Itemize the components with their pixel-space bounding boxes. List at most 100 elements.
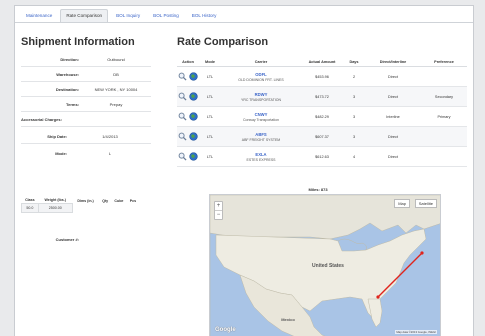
carrier-code-link[interactable]: ODFL [222, 72, 300, 77]
column-header: Preference [421, 58, 467, 67]
map-type-satellite-button[interactable]: Satellite [414, 199, 437, 208]
preference-cell [421, 146, 467, 167]
tab-bol-history[interactable]: BOL History [187, 10, 222, 22]
qty-cell [99, 204, 111, 213]
divider [21, 96, 151, 97]
country-label: United States [312, 263, 344, 269]
table-row: LTL CNWY Conway Transportation $482.29 3 … [177, 106, 467, 127]
origin-marker [376, 295, 380, 299]
column-header: Actual Amount [301, 58, 343, 67]
mode-cell: LTL [199, 146, 221, 167]
pcs-cell [127, 204, 139, 213]
map-attribution: Map data ©2013 Google, INEGI [395, 330, 437, 334]
divider [21, 126, 151, 127]
tab-rate-comparison[interactable]: Rate Comparison [60, 9, 109, 22]
shipment-title: Shipment Information [21, 36, 135, 48]
direction-value: Outbound [107, 57, 125, 62]
amount-cell: $453.96 [301, 66, 343, 87]
days-cell: 4 [343, 146, 365, 167]
divider [21, 66, 151, 67]
zoom-in-button[interactable]: + [215, 202, 222, 210]
table-row: LTL RDWY YRC TRANSPORTATION $473.72 3 Dir… [177, 86, 467, 107]
amount-cell: $473.72 [301, 86, 343, 107]
days-cell: 3 [343, 86, 365, 107]
map-canvas[interactable]: United States Mexico [210, 195, 441, 336]
preference-cell [421, 126, 467, 147]
route-map[interactable]: United States Mexico + − Map Satellite G… [209, 194, 441, 336]
magnifier-icon[interactable] [178, 152, 187, 161]
class-field[interactable]: 50.0 [21, 203, 39, 213]
direction-label: Direction: [60, 57, 79, 62]
dims-cell [72, 204, 99, 213]
column-header: Direct/Interline [365, 58, 421, 67]
ship-date-value: 1/4/2013 [102, 134, 118, 139]
cube-cell [111, 204, 127, 213]
preference-cell [421, 66, 467, 87]
mode-label: Mode: [55, 151, 67, 156]
tab-bol-posting[interactable]: BOL Posting [148, 10, 184, 22]
mexico-label: Mexico [281, 317, 295, 322]
carrier-cell: EXLA ESTES EXPRESS [221, 146, 301, 167]
magnifier-icon[interactable] [178, 132, 187, 141]
map-type-map-button[interactable]: Map [394, 199, 410, 208]
warehouse-value: DB [113, 72, 119, 77]
tab-bol-inquiry[interactable]: BOL Inquiry [111, 10, 145, 22]
divider [21, 111, 151, 112]
globe-icon[interactable] [189, 72, 198, 81]
table-row: LTL ABFS ABF FREIGHT SYSTEM $607.37 3 Dir… [177, 126, 467, 147]
carrier-name: Conway Transportation [243, 117, 279, 122]
mode-cell: LTL [199, 106, 221, 127]
days-cell: 2 [343, 66, 365, 87]
preference-cell: Primary [421, 106, 467, 127]
terms-label: Terms: [65, 102, 79, 107]
column-header: Carrier [221, 58, 301, 67]
carrier-code-link[interactable]: EXLA [222, 152, 300, 157]
direct-interline-cell: Direct [365, 86, 421, 107]
terms-value: Prepay [109, 102, 123, 107]
weights-table: Class Weight (lbs.) Dims (in.) Qty Cube … [21, 197, 139, 213]
days-cell: 3 [343, 126, 365, 147]
globe-icon[interactable] [189, 92, 198, 101]
mode-value: L [108, 151, 112, 156]
table-row: 50.0 2500.00 [21, 203, 140, 213]
amount-cell: $612.63 [301, 146, 343, 167]
carrier-name: OLD DOMINION FRT. LINES [238, 77, 284, 82]
tab-maintenance[interactable]: Maintenance [21, 10, 57, 22]
customer-label: Customer #: [55, 237, 79, 242]
globe-icon[interactable] [189, 152, 198, 161]
column-header: Days [343, 58, 365, 67]
carrier-code-link[interactable]: RDWY [222, 92, 300, 97]
carrier-name: ESTES EXPRESS [246, 157, 276, 162]
direct-interline-cell: Direct [365, 66, 421, 87]
table-row: LTL EXLA ESTES EXPRESS $612.63 4 Direct [177, 146, 467, 167]
zoom-control: + − [214, 201, 223, 220]
carrier-code-link[interactable]: ABFS [222, 132, 300, 137]
tab-bar: Maintenance Rate Comparison BOL Inquiry … [15, 6, 473, 23]
destination-value: NEW YORK , NY 10004 [94, 87, 138, 92]
carrier-cell: RDWY YRC TRANSPORTATION [221, 86, 301, 107]
carrier-cell: CNWY Conway Transportation [221, 106, 301, 127]
carrier-name: ABF FREIGHT SYSTEM [241, 137, 281, 142]
ship-date-label: Ship Date: [47, 134, 67, 139]
globe-icon[interactable] [189, 112, 198, 121]
globe-icon[interactable] [189, 132, 198, 141]
warehouse-label: Warehouse: [56, 72, 79, 77]
direct-interline-cell: Direct [365, 146, 421, 167]
carrier-code-link[interactable]: CNWY [222, 112, 300, 117]
magnifier-icon[interactable] [178, 92, 187, 101]
google-logo: Google [215, 327, 236, 333]
amount-cell: $607.37 [301, 126, 343, 147]
mode-cell: LTL [199, 126, 221, 147]
column-header: Action [177, 58, 199, 67]
weight-field[interactable]: 2500.00 [37, 203, 73, 213]
carrier-name: YRC TRANSPORTATION [241, 97, 281, 102]
direct-interline-cell: Direct [365, 126, 421, 147]
amount-cell: $482.29 [301, 106, 343, 127]
magnifier-icon[interactable] [178, 72, 187, 81]
miles-label: Miles: 873 [308, 187, 328, 192]
zoom-out-button[interactable]: − [215, 210, 222, 219]
table-row: LTL ODFL OLD DOMINION FRT. LINES $453.96 … [177, 66, 467, 87]
magnifier-icon[interactable] [178, 112, 187, 121]
destination-marker [420, 251, 424, 255]
column-header: Mode [199, 58, 221, 67]
